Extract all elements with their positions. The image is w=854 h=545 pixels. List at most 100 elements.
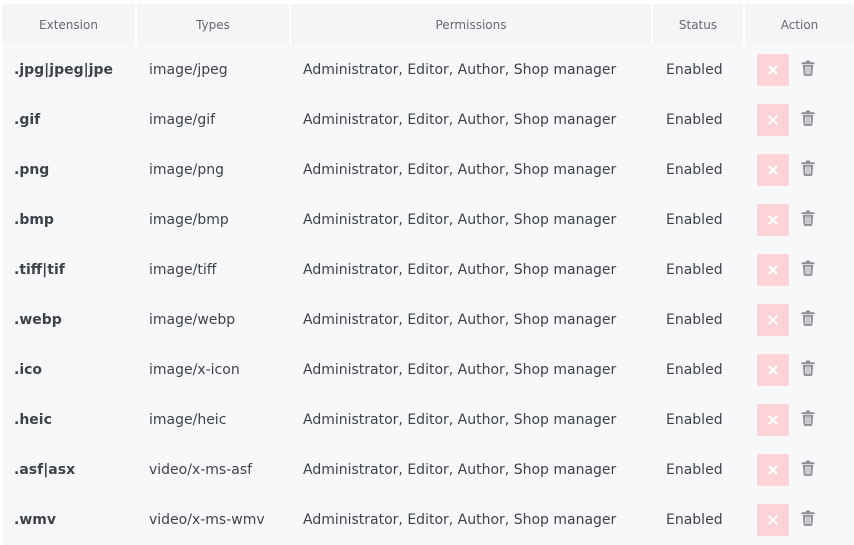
disable-button[interactable] <box>757 354 789 386</box>
action-cell <box>745 445 854 495</box>
table-row: .ico image/x-icon Administrator, Editor,… <box>2 345 854 395</box>
delete-button[interactable] <box>800 160 816 179</box>
trash-icon <box>801 60 815 80</box>
header-status: Status <box>653 4 745 45</box>
type-cell: image/x-icon <box>149 362 240 378</box>
disable-button[interactable] <box>757 404 789 436</box>
trash-icon <box>801 510 815 530</box>
status-cell: Enabled <box>666 412 723 428</box>
extension-cell: .wmv <box>14 512 56 528</box>
type-cell: video/x-ms-asf <box>149 462 253 478</box>
close-icon <box>768 365 778 375</box>
permissions-cell: Administrator, Editor, Author, Shop mana… <box>303 412 617 428</box>
extension-cell: .ico <box>14 362 43 378</box>
status-cell: Enabled <box>666 262 723 278</box>
action-cell <box>745 395 854 445</box>
delete-button[interactable] <box>800 460 816 480</box>
delete-button[interactable] <box>800 310 816 330</box>
extension-cell: .png <box>14 162 50 178</box>
status-cell: Enabled <box>666 362 723 378</box>
delete-button[interactable] <box>800 410 816 430</box>
permissions-cell: Administrator, Editor, Author, Shop mana… <box>303 112 617 128</box>
header-extension: Extension <box>2 4 137 45</box>
permissions-cell: Administrator, Editor, Author, Shop mana… <box>303 512 617 528</box>
status-cell: Enabled <box>666 62 723 78</box>
action-cell <box>745 295 854 345</box>
trash-icon <box>801 210 815 230</box>
table-row: .wmv video/x-ms-wmv Administrator, Edito… <box>2 495 854 545</box>
status-cell: Enabled <box>666 312 723 328</box>
extension-cell: .asf|asx <box>14 462 76 478</box>
permissions-cell: Administrator, Editor, Author, Shop mana… <box>303 162 617 178</box>
close-icon <box>768 215 778 225</box>
disable-button[interactable] <box>757 204 789 236</box>
permissions-cell: Administrator, Editor, Author, Shop mana… <box>303 312 617 328</box>
trash-icon <box>801 260 815 280</box>
table-row: .webp image/webp Administrator, Editor, … <box>2 295 854 345</box>
action-cell <box>745 95 854 145</box>
table-row: .gif image/gif Administrator, Editor, Au… <box>2 95 854 145</box>
permissions-cell: Administrator, Editor, Author, Shop mana… <box>303 462 617 478</box>
extension-cell: .heic <box>14 412 52 428</box>
close-icon <box>768 315 778 325</box>
action-cell <box>745 45 854 95</box>
type-cell: image/webp <box>149 312 236 328</box>
header-types: Types <box>137 4 291 45</box>
status-cell: Enabled <box>666 512 723 528</box>
trash-icon <box>801 410 815 430</box>
type-cell: image/heic <box>149 412 227 428</box>
table-row: .png image/png Administrator, Editor, Au… <box>2 145 854 195</box>
file-types-table: Extension Types Permissions Status Actio… <box>2 4 854 545</box>
disable-button[interactable] <box>757 504 789 536</box>
table-row: .tiff|tif image/tiff Administrator, Edit… <box>2 245 854 295</box>
action-cell <box>745 495 854 545</box>
close-icon <box>768 415 778 425</box>
extension-cell: .webp <box>14 312 62 328</box>
disable-button[interactable] <box>757 104 789 136</box>
type-cell: image/png <box>149 162 224 178</box>
disable-button[interactable] <box>757 304 789 336</box>
permissions-cell: Administrator, Editor, Author, Shop mana… <box>303 62 617 78</box>
permissions-cell: Administrator, Editor, Author, Shop mana… <box>303 212 617 228</box>
trash-icon <box>801 460 815 480</box>
permissions-cell: Administrator, Editor, Author, Shop mana… <box>303 262 617 278</box>
delete-button[interactable] <box>800 210 816 230</box>
delete-button[interactable] <box>800 510 816 530</box>
type-cell: image/bmp <box>149 212 229 228</box>
table-header: Extension Types Permissions Status Actio… <box>2 4 854 45</box>
action-cell <box>745 345 854 395</box>
close-icon <box>768 165 778 175</box>
close-icon <box>768 265 778 275</box>
table-body: .jpg|jpeg|jpe image/jpeg Administrator, … <box>2 45 854 545</box>
delete-button[interactable] <box>800 60 816 80</box>
disable-button[interactable] <box>757 254 789 286</box>
delete-button[interactable] <box>800 360 816 379</box>
delete-button[interactable] <box>800 110 816 130</box>
action-cell <box>745 245 854 295</box>
type-cell: video/x-ms-wmv <box>149 512 265 528</box>
delete-button[interactable] <box>800 260 816 280</box>
status-cell: Enabled <box>666 462 723 478</box>
header-permissions: Permissions <box>291 4 653 45</box>
trash-icon <box>801 110 815 130</box>
disable-button[interactable] <box>757 54 789 86</box>
header-action: Action <box>780 17 819 32</box>
status-cell: Enabled <box>666 212 723 228</box>
action-cell <box>745 195 854 245</box>
trash-icon <box>801 310 815 330</box>
disable-button[interactable] <box>757 454 789 486</box>
table-row: .jpg|jpeg|jpe image/jpeg Administrator, … <box>2 45 854 95</box>
permissions-cell: Administrator, Editor, Author, Shop mana… <box>303 362 617 378</box>
close-icon <box>768 65 778 75</box>
action-cell <box>745 145 854 195</box>
type-cell: image/gif <box>149 112 216 128</box>
extension-cell: .bmp <box>14 212 54 228</box>
close-icon <box>768 115 778 125</box>
table-row: .asf|asx video/x-ms-asf Administrator, E… <box>2 445 854 495</box>
disable-button[interactable] <box>757 154 789 186</box>
type-cell: image/tiff <box>149 262 217 278</box>
extension-cell: .tiff|tif <box>14 262 65 278</box>
table-row: .bmp image/bmp Administrator, Editor, Au… <box>2 195 854 245</box>
close-icon <box>768 465 778 475</box>
extension-cell: .jpg|jpeg|jpe <box>14 62 114 78</box>
